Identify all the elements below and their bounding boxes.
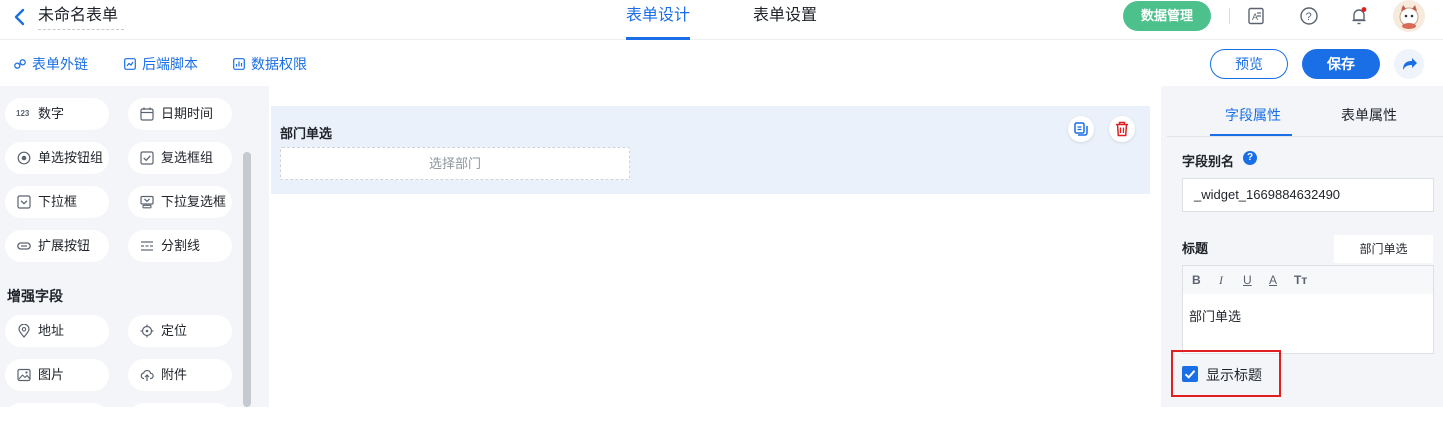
- underline-button[interactable]: U: [1243, 273, 1252, 287]
- permission-icon: [233, 58, 245, 70]
- translate-icon[interactable]: A: [1246, 6, 1266, 26]
- widget-label: 图片: [38, 367, 65, 382]
- widget-label: 日期时间: [161, 106, 214, 121]
- back-arrow-icon[interactable]: [12, 8, 28, 26]
- link-icon: [14, 59, 26, 69]
- section-title-enhanced: 增强字段: [7, 288, 63, 304]
- widget-label: 复选框组: [161, 150, 214, 165]
- help-icon[interactable]: ?: [1243, 151, 1257, 165]
- widget-number[interactable]: 123 数字: [5, 98, 109, 130]
- share-arrow-icon: [1403, 58, 1417, 70]
- widget-dropdown[interactable]: 下拉框: [5, 186, 109, 218]
- widget-panel: 123 数字 日期时间 单选按钮组 复选框组 下拉框 下拉复选框 扩展按钮 分割…: [0, 86, 259, 435]
- copy-icon: [1074, 122, 1088, 136]
- button-icon: [17, 242, 31, 250]
- form-title[interactable]: 未命名表单: [38, 4, 125, 30]
- field-label: 部门单选: [280, 126, 333, 141]
- widget-label: 附件: [161, 367, 188, 382]
- toolbar-link-label: 数据权限: [251, 56, 307, 72]
- tab-form-settings[interactable]: 表单设置: [753, 0, 817, 40]
- bell-icon[interactable]: [1349, 6, 1369, 26]
- divider-icon: [141, 241, 153, 251]
- show-title-checkbox[interactable]: [1182, 366, 1198, 382]
- widget-more[interactable]: [128, 403, 232, 435]
- widget-more[interactable]: [5, 403, 109, 435]
- data-manage-button[interactable]: 数据管理: [1123, 1, 1211, 31]
- widget-scrollbar-thumb[interactable]: [243, 152, 251, 407]
- bold-button[interactable]: B: [1192, 273, 1201, 287]
- widget-label: 地址: [38, 323, 65, 338]
- crosshair-icon: [140, 324, 154, 338]
- delete-field-button[interactable]: [1109, 116, 1135, 142]
- share-button[interactable]: [1394, 49, 1424, 79]
- toolbar-link-label: 后端脚本: [142, 56, 198, 72]
- help-circle-icon[interactable]: ?: [1299, 6, 1319, 26]
- widget-attachment[interactable]: 附件: [128, 359, 232, 391]
- widget-label: 下拉复选框: [161, 194, 227, 209]
- department-select-field[interactable]: 选择部门: [280, 147, 630, 180]
- svg-text:?: ?: [1306, 11, 1312, 23]
- title-field-tag[interactable]: 部门单选: [1334, 235, 1433, 263]
- widget-image[interactable]: 图片: [5, 359, 109, 391]
- user-avatar[interactable]: [1393, 0, 1425, 32]
- rich-text-toolbar: B I U A Tт: [1182, 265, 1434, 295]
- widget-divider[interactable]: 分割线: [128, 230, 232, 262]
- tab-form-properties[interactable]: 表单属性: [1341, 105, 1397, 125]
- italic-button[interactable]: I: [1219, 273, 1223, 288]
- font-color-button[interactable]: A: [1269, 273, 1277, 287]
- radio-icon: [17, 151, 31, 165]
- widget-extend-button[interactable]: 扩展按钮: [5, 230, 109, 262]
- widget-checkbox-group[interactable]: 复选框组: [128, 142, 232, 174]
- save-button[interactable]: 保存: [1302, 49, 1380, 79]
- copy-field-button[interactable]: [1068, 116, 1094, 142]
- dropdown-icon: [17, 195, 31, 209]
- widget-label: 单选按钮组: [38, 150, 104, 165]
- top-bar: 未命名表单 表单设计 表单设置 数据管理 A ?: [0, 0, 1443, 40]
- field-alias-input[interactable]: _widget_1669884632490: [1182, 178, 1434, 212]
- widget-dropdown-multi[interactable]: 下拉复选框: [128, 186, 232, 218]
- clear-format-button[interactable]: Tт: [1294, 273, 1307, 287]
- widget-label: 数字: [38, 106, 65, 121]
- cloud-upload-icon: [140, 369, 154, 381]
- title-rich-text-editor[interactable]: 部门单选: [1182, 294, 1434, 354]
- location-pin-icon: [18, 324, 30, 338]
- selected-field-card[interactable]: 部门单选 选择部门: [271, 106, 1150, 194]
- preview-button[interactable]: 预览: [1210, 49, 1288, 79]
- tab-field-properties[interactable]: 字段属性: [1225, 105, 1281, 125]
- divider: [1229, 8, 1230, 24]
- title-label: 标题: [1182, 241, 1209, 256]
- widget-datetime[interactable]: 日期时间: [128, 98, 232, 130]
- widget-location[interactable]: 定位: [128, 315, 232, 347]
- widget-address[interactable]: 地址: [5, 315, 109, 347]
- widget-radio-group[interactable]: 单选按钮组: [5, 142, 109, 174]
- trash-icon: [1116, 121, 1128, 137]
- dropdown-multi-icon: [140, 195, 154, 209]
- number-icon: 123: [16, 109, 30, 118]
- alias-label: 字段别名: [1182, 154, 1235, 169]
- widget-label: 定位: [161, 323, 188, 338]
- widget-label: 分割线: [161, 238, 201, 253]
- widget-label: 扩展按钮: [38, 238, 91, 253]
- calendar-icon: [140, 107, 154, 121]
- widget-label: 下拉框: [38, 194, 78, 209]
- check-icon: [1184, 370, 1196, 379]
- tab-form-design[interactable]: 表单设计: [626, 0, 691, 40]
- divider: [1167, 136, 1443, 137]
- show-title-label: 显示标题: [1206, 367, 1262, 383]
- script-icon: [124, 58, 136, 70]
- image-icon: [17, 368, 31, 382]
- checkbox-icon: [140, 151, 154, 165]
- toolbar-link-label: 表单外链: [32, 56, 88, 72]
